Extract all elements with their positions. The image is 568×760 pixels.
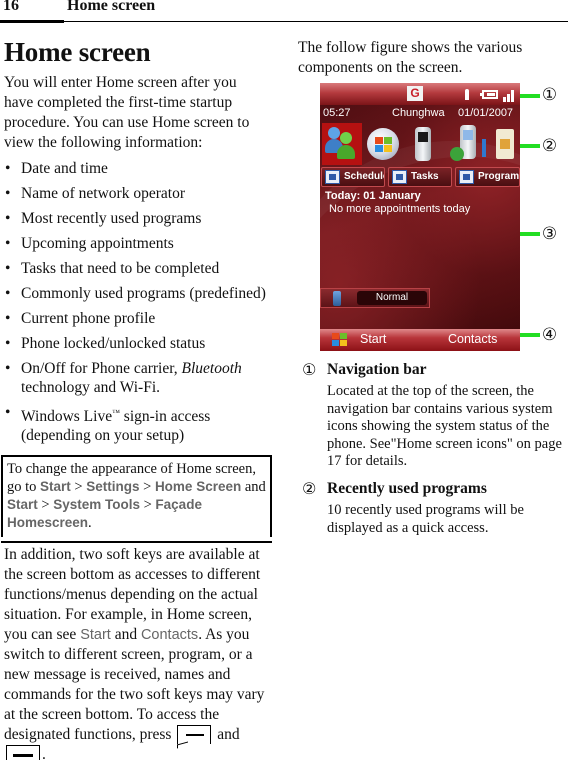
intro-paragraph: You will enter Home screen after you hav… [4, 74, 250, 151]
ui-term-start: Start [7, 497, 38, 513]
right-softkey-icon [6, 745, 40, 760]
windows-flag-icon [332, 333, 348, 348]
figure-intro: The follow figure shows the various comp… [298, 39, 523, 76]
phone-profile-bar[interactable]: Normal [320, 288, 430, 308]
left-softkey-icon [177, 725, 212, 745]
programs-icon [459, 170, 474, 184]
shortcut-label: Schedule [344, 171, 385, 182]
shortcut-label: Programs [478, 171, 520, 182]
phone-navigation-bar: G [320, 83, 520, 105]
signal-icon [500, 85, 516, 102]
note-sep: > [139, 479, 155, 496]
description-number: ① [302, 360, 317, 379]
today-appointments[interactable]: Today: 01 January No more appointments t… [325, 190, 470, 216]
phone-home-screen-figure: G 05:27 Chunghwa 01/01/2007 Schedule Tas… [320, 83, 520, 351]
callout-line-1 [520, 94, 540, 98]
phone-time: 05:27 [323, 107, 351, 119]
ui-term-settings: Settings [86, 479, 140, 495]
callout-line-3 [520, 232, 540, 236]
paragraph-text: . [42, 746, 46, 760]
description-body: 10 recently used programs will be displa… [327, 502, 524, 536]
note-box: To change the appearance of Home screen,… [1, 455, 272, 538]
g-icon: G [407, 86, 423, 101]
phone-softkey-bar: Start Contacts [320, 329, 520, 351]
bullet-text: Windows Live [21, 408, 113, 426]
shortcut-bar: Schedule Tasks Programs [320, 167, 520, 187]
list-item: Date and time [4, 159, 269, 178]
callout-number-2: ② [541, 136, 558, 156]
list-item: Phone locked/unlocked status [4, 334, 269, 353]
calendar-icon [325, 170, 340, 184]
bullet-text: On/Off for Phone carrier, [21, 360, 182, 377]
list-item: Commonly used programs (predefined) [4, 284, 269, 303]
recent-programs-row [320, 123, 520, 165]
callout-number-4: ④ [541, 325, 558, 345]
header-section-title: Home screen [67, 0, 156, 14]
ui-term-start: Start [40, 479, 71, 495]
profile-label: Normal [357, 291, 427, 305]
description-body: Located at the top of the screen, the na… [327, 383, 562, 469]
note-sep: > [139, 497, 156, 514]
note-text: . [88, 515, 92, 532]
callout-number-3: ③ [541, 224, 558, 244]
softkey-contacts[interactable]: Contacts [448, 332, 497, 346]
profile-phone-icon [333, 291, 341, 306]
info-list: Date and time Name of network operator M… [4, 159, 269, 445]
list-item: On/Off for Phone carrier, Bluetooth tech… [4, 359, 269, 397]
today-appointments-line: No more appointments today [329, 203, 471, 215]
shortcut-label: Tasks [411, 171, 439, 182]
note-sep: > [37, 497, 54, 514]
running-header: 16 Home screen [0, 0, 568, 23]
battery-icon [480, 90, 498, 99]
list-item: Tasks that need to be completed [4, 259, 269, 278]
phone-date: 01/01/2007 [458, 107, 514, 119]
bullet-text: technology and Wi-Fi. [21, 379, 161, 396]
list-item: Current phone profile [4, 309, 269, 328]
shortcut-programs[interactable]: Programs [455, 167, 520, 187]
sync-sim-icon[interactable] [480, 123, 520, 165]
speaker-icon [465, 89, 469, 100]
trademark-symbol: ™ [112, 408, 120, 417]
contacts-people-icon[interactable] [322, 123, 362, 165]
left-column: Home screen You will enter Home screen a… [1, 36, 272, 760]
description-number: ② [302, 479, 317, 498]
softkey-start[interactable]: Start [360, 332, 386, 346]
description-title: Navigation bar [327, 361, 427, 378]
paragraph-text: and [110, 626, 141, 644]
paragraph-text: and [213, 726, 240, 744]
shortcut-tasks[interactable]: Tasks [388, 167, 452, 187]
description-title: Recently used programs [327, 480, 487, 497]
bluetooth-term: Bluetooth [181, 360, 242, 377]
right-column: The follow figure shows the various comp… [298, 38, 566, 78]
phone-app-icon[interactable] [410, 123, 450, 165]
ui-term-home-screen: Home Screen [154, 479, 242, 495]
windows-start-icon[interactable] [364, 123, 404, 165]
phone-status-row: 05:27 Chunghwa 01/01/2007 [320, 107, 520, 121]
tasks-icon [392, 170, 407, 184]
ui-term-contacts: Contacts [140, 627, 199, 644]
list-item: Name of network operator [4, 184, 269, 203]
phone-operator: Chunghwa [392, 107, 445, 119]
callout-line-2 [520, 144, 540, 148]
softkeys-paragraph: In addition, two soft keys are available… [1, 541, 272, 760]
list-item: Windows Live™ sign-in access (depending … [4, 403, 269, 445]
ui-term-start: Start [80, 627, 111, 644]
note-text: and [241, 479, 266, 496]
today-title: Today: 01 January [325, 190, 421, 202]
callout-number-1: ① [541, 85, 558, 105]
note-sep: > [70, 479, 87, 496]
ui-term-system-tools: System Tools [53, 497, 140, 513]
callout-line-4 [520, 333, 540, 337]
list-item: Most recently used programs [4, 209, 269, 228]
list-item: Upcoming appointments [4, 234, 269, 253]
page-heading: Home screen [4, 37, 151, 67]
shortcut-schedule[interactable]: Schedule [321, 167, 385, 187]
header-tab-rule [0, 20, 64, 23]
description-navigation-bar: ① Navigation bar Located at the top of t… [302, 361, 568, 471]
page-number: 16 [3, 0, 19, 14]
description-recent-programs: ② Recently used programs 10 recently use… [302, 480, 568, 537]
